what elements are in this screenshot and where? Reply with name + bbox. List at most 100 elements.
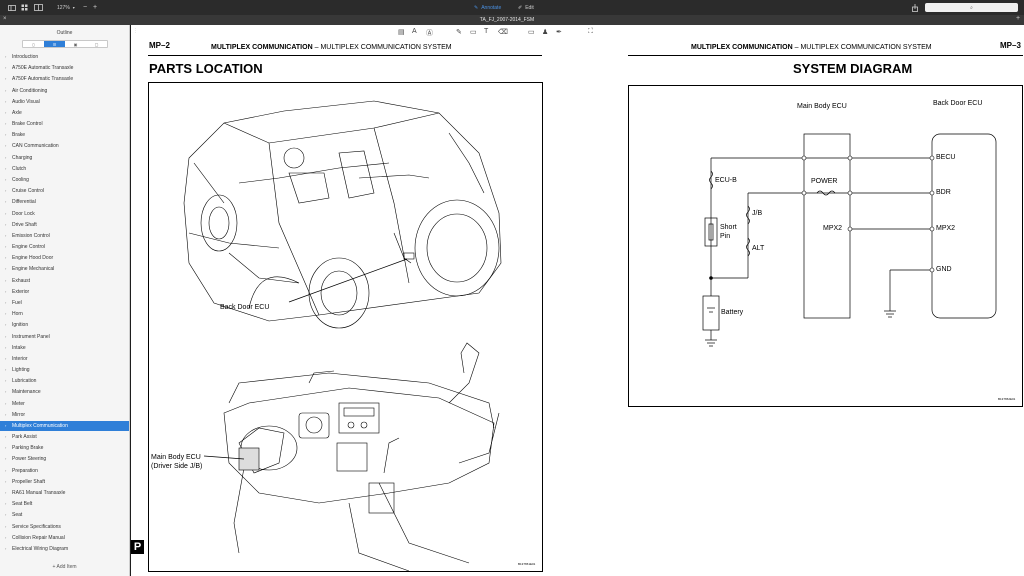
chevron-right-icon[interactable]: › <box>5 490 6 495</box>
zoom-in-button[interactable]: + <box>93 3 97 12</box>
sidebar-item[interactable]: › Audio Visual <box>0 97 129 107</box>
chevron-right-icon[interactable]: › <box>5 434 6 439</box>
chevron-right-icon[interactable]: › <box>5 311 6 316</box>
sidebar-item[interactable]: › Power Steering <box>0 454 129 464</box>
chevron-right-icon[interactable]: › <box>5 211 6 216</box>
sidebar-item[interactable]: › Propeller Shaft <box>0 477 129 487</box>
sidebar-item[interactable]: › Intake <box>0 343 129 353</box>
annotate-button[interactable]: ✎ Annotate <box>474 3 501 12</box>
comment-icon[interactable]: ▭ <box>528 28 535 36</box>
grid-view-icon[interactable] <box>21 3 28 12</box>
sidebar-item[interactable]: › Emission Control <box>0 231 129 241</box>
sidebar-item[interactable]: › Interior <box>0 354 129 364</box>
chevron-right-icon[interactable]: › <box>5 456 6 461</box>
sidebar-item[interactable]: › Drive Shaft <box>0 220 129 230</box>
chevron-right-icon[interactable]: › <box>5 468 6 473</box>
chevron-right-icon[interactable]: › <box>5 512 6 517</box>
search-input[interactable]: ⌕ <box>925 3 1018 12</box>
pen-tool-icon[interactable]: ✎ <box>456 28 462 36</box>
sidebar-item[interactable]: › Preparation <box>0 466 129 476</box>
sidebar-item[interactable]: › Cruise Control <box>0 186 129 196</box>
sidebar-item[interactable]: › Axle <box>0 108 129 118</box>
annotations-icon[interactable]: ▣ <box>65 41 86 47</box>
chevron-right-icon[interactable]: › <box>5 378 6 383</box>
outline-list-icon[interactable]: ☰ <box>44 41 65 47</box>
chevron-right-icon[interactable]: › <box>5 300 6 305</box>
sidebar-item[interactable]: › Door Lock <box>0 209 129 219</box>
chevron-right-icon[interactable]: › <box>5 222 6 227</box>
chevron-right-icon[interactable]: › <box>5 412 6 417</box>
thumbnails-icon[interactable]: ▢ <box>86 41 107 47</box>
chevron-right-icon[interactable]: › <box>5 266 6 271</box>
sidebar-item[interactable]: › Introduction <box>0 52 129 62</box>
chevron-right-icon[interactable]: › <box>5 76 6 81</box>
sidebar-item[interactable]: › Engine Mechanical <box>0 264 129 274</box>
sidebar-item[interactable]: › Parking Brake <box>0 443 129 453</box>
sidebar-item[interactable]: › Engine Control <box>0 242 129 252</box>
share-icon[interactable] <box>912 3 918 12</box>
chevron-right-icon[interactable]: › <box>5 233 6 238</box>
sidebar-item[interactable]: › Seat <box>0 510 129 520</box>
chevron-right-icon[interactable]: › <box>5 389 6 394</box>
chevron-right-icon[interactable]: › <box>5 166 6 171</box>
sidebar-item[interactable]: › Meter <box>0 399 129 409</box>
chevron-right-icon[interactable]: › <box>5 356 6 361</box>
text-tool-icon[interactable]: T <box>484 28 488 35</box>
chevron-right-icon[interactable]: › <box>5 367 6 372</box>
chevron-right-icon[interactable]: › <box>5 501 6 506</box>
drag-handle-icon[interactable]: ⋮ <box>133 28 138 34</box>
sidebar-item[interactable]: › A750E Automatic Transaxle <box>0 63 129 73</box>
chevron-right-icon[interactable]: › <box>5 143 6 148</box>
sidebar-item[interactable]: › Maintenance <box>0 387 129 397</box>
sidebar-item[interactable]: › Differential <box>0 197 129 207</box>
chevron-right-icon[interactable]: › <box>5 199 6 204</box>
new-tab-button[interactable]: + <box>1016 15 1020 22</box>
chevron-right-icon[interactable]: › <box>5 278 6 283</box>
chevron-right-icon[interactable]: › <box>5 99 6 104</box>
edit-button[interactable]: ✐ Edit <box>518 3 534 12</box>
chevron-right-icon[interactable]: › <box>5 177 6 182</box>
sidebar-toggle-icon[interactable] <box>8 3 16 12</box>
sidebar-item[interactable]: › Cooling <box>0 175 129 185</box>
chevron-right-icon[interactable]: › <box>5 479 6 484</box>
signature-icon[interactable]: ✒ <box>556 28 562 36</box>
sidebar-item[interactable]: › Collision Repair Manual <box>0 533 129 543</box>
sidebar-item[interactable]: › Brake <box>0 130 129 140</box>
sidebar-item[interactable]: › CAN Communication <box>0 141 129 151</box>
sidebar-item[interactable]: › RA61 Manual Transaxle <box>0 488 129 498</box>
sidebar-item[interactable]: › Lubrication <box>0 376 129 386</box>
shape-tool-icon[interactable]: ▭ <box>470 28 477 36</box>
chevron-right-icon[interactable]: › <box>5 401 6 406</box>
text-style-icon[interactable]: A <box>412 28 417 35</box>
sidebar-item[interactable]: › Service Specifications <box>0 522 129 532</box>
chevron-right-icon[interactable]: › <box>5 65 6 70</box>
eraser-icon[interactable]: ⌫ <box>498 28 508 36</box>
highlight-icon[interactable]: Ⓐ <box>426 28 433 38</box>
sidebar-item[interactable]: › Electrical Wiring Diagram <box>0 544 129 554</box>
page-layout-icon[interactable] <box>34 3 43 12</box>
sidebar-item[interactable]: › Exterior <box>0 287 129 297</box>
sidebar-item[interactable]: › Charging <box>0 153 129 163</box>
chevron-right-icon[interactable]: › <box>5 546 6 551</box>
chevron-right-icon[interactable]: › <box>5 132 6 137</box>
chevron-right-icon[interactable]: › <box>5 334 6 339</box>
sidebar-item[interactable]: › Horn <box>0 309 129 319</box>
sidebar-item[interactable]: › Instrument Panel <box>0 332 129 342</box>
zoom-select[interactable]: 127% ▾ <box>57 3 75 12</box>
chevron-right-icon[interactable]: › <box>5 244 6 249</box>
bookmark-icon[interactable]: ▯ <box>23 41 44 47</box>
zoom-out-button[interactable]: − <box>83 3 87 12</box>
chevron-right-icon[interactable]: › <box>5 54 6 59</box>
chevron-right-icon[interactable]: › <box>5 155 6 160</box>
fullscreen-icon[interactable]: ⛶ <box>588 28 593 36</box>
chevron-right-icon[interactable]: › <box>5 289 6 294</box>
sidebar-item[interactable]: › Multiplex Communication <box>0 420 129 431</box>
chevron-right-icon[interactable]: › <box>5 322 6 327</box>
text-box-icon[interactable]: ▤ <box>398 28 405 36</box>
chevron-right-icon[interactable]: › <box>5 110 6 115</box>
stamp-icon[interactable]: ♟ <box>542 28 548 36</box>
chevron-right-icon[interactable]: › <box>5 524 6 529</box>
sidebar-item[interactable]: › A750F Automatic Transaxle <box>0 74 129 84</box>
chevron-right-icon[interactable]: › <box>5 255 6 260</box>
chevron-right-icon[interactable]: › <box>5 423 6 428</box>
